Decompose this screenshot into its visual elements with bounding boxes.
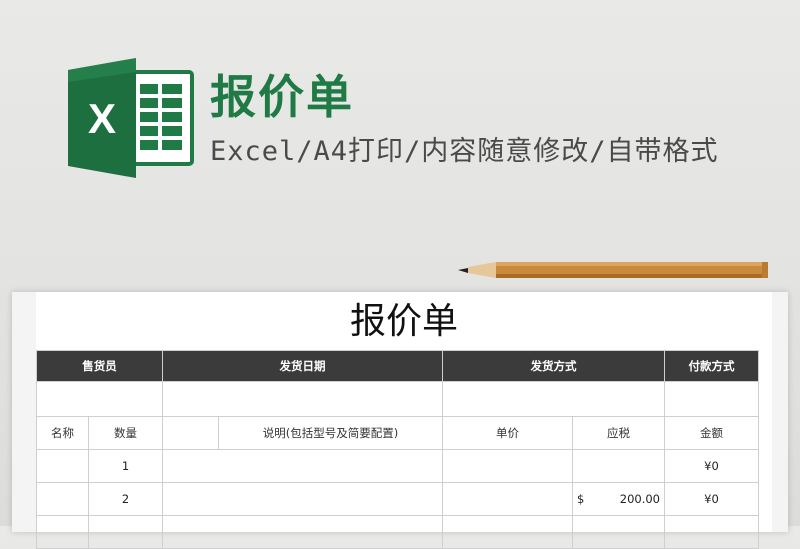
table-cell[interactable]: [572, 449, 665, 483]
pencil-icon: [458, 262, 768, 278]
tax-value: 200.00: [619, 492, 660, 506]
table-cell[interactable]: [36, 449, 89, 483]
column-header: 单价: [442, 416, 573, 450]
table-cell[interactable]: [162, 449, 443, 483]
table-cell[interactable]: [572, 515, 665, 549]
logo-letter: X: [88, 95, 116, 142]
table-cell[interactable]: $200.00: [572, 482, 665, 516]
table-cell[interactable]: [442, 482, 573, 516]
table-cell[interactable]: [36, 482, 89, 516]
table-cell[interactable]: [88, 515, 163, 549]
table-cell[interactable]: 2: [88, 482, 163, 516]
table-cell[interactable]: 1: [88, 449, 163, 483]
header-cell: 付款方式: [664, 350, 759, 382]
page-title: 报价单: [210, 70, 354, 124]
table-cell[interactable]: [162, 482, 443, 516]
page-subtitle: Excel/A4打印/内容随意修改/自带格式: [210, 136, 719, 167]
table-cell: [162, 416, 219, 450]
table-cell[interactable]: [162, 515, 443, 549]
table-cell[interactable]: [36, 381, 163, 417]
sheet-page: 报价单 售货员 发货日期 发货方式 付款方式 名称 数量 说明(包括型号及简要配…: [36, 292, 772, 549]
column-header: 名称: [36, 416, 89, 450]
table-row: [36, 515, 759, 549]
table-cell[interactable]: ¥0: [664, 482, 759, 516]
table-cell[interactable]: [664, 381, 759, 417]
info-header-row: 售货员 发货日期 发货方式 付款方式: [36, 350, 759, 382]
spreadsheet-preview: 报价单 售货员 发货日期 发货方式 付款方式 名称 数量 说明(包括型号及简要配…: [12, 292, 788, 549]
currency-symbol: $: [577, 492, 585, 506]
column-header: 说明(包括型号及简要配置): [218, 416, 443, 450]
header-cell: 发货方式: [442, 350, 665, 382]
table-cell[interactable]: [162, 381, 443, 417]
table-cell[interactable]: [36, 515, 89, 549]
document-title: 报价单: [349, 301, 458, 342]
table-cell[interactable]: [442, 449, 573, 483]
quote-table: 售货员 发货日期 发货方式 付款方式 名称 数量 说明(包括型号及简要配置) 单…: [36, 350, 759, 549]
table-cell[interactable]: [442, 381, 665, 417]
column-header: 金额: [664, 416, 759, 450]
table-cell[interactable]: [664, 515, 759, 549]
table-row: 2 $200.00 ¥0: [36, 482, 759, 516]
column-header: 数量: [88, 416, 163, 450]
table-row: 1 ¥0: [36, 449, 759, 483]
table-cell[interactable]: ¥0: [664, 449, 759, 483]
column-header-row: 名称 数量 说明(包括型号及简要配置) 单价 应税 金额: [36, 416, 759, 450]
column-header: 应税: [572, 416, 665, 450]
header-cell: 售货员: [36, 350, 163, 382]
excel-logo-icon: X: [68, 58, 194, 178]
table-cell[interactable]: [442, 515, 573, 549]
header-cell: 发货日期: [162, 350, 443, 382]
info-value-row: [36, 381, 759, 417]
